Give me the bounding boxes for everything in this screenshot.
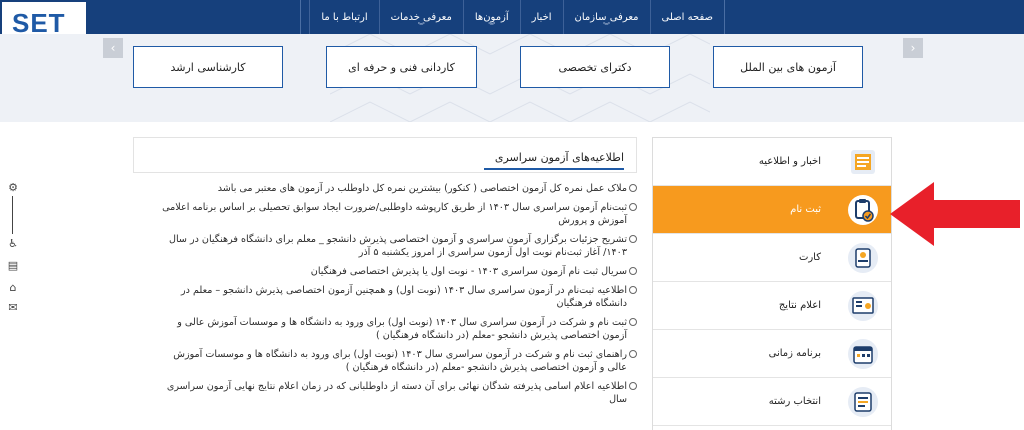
news-item[interactable]: سریال ثبت نام آزمون سراسری ۱۴۰۳ - نوبت ا…: [133, 265, 637, 278]
news-item[interactable]: راهنمای ثبت نام و شرکت در آزمون سراسری س…: [133, 348, 637, 374]
bullet-icon: [629, 350, 637, 358]
news-panel-header: اطلاعیه‌های آزمون سراسری: [133, 137, 637, 173]
sidebar-item-label: انتخاب رشته: [768, 396, 821, 407]
category-masters[interactable]: کارشناسی ارشد: [133, 46, 283, 88]
nav-item-services[interactable]: معرفی خدمات ︾: [378, 0, 463, 34]
nav-item-home[interactable]: صفحه اصلی: [649, 0, 724, 34]
sidebar-item-label: برنامه زمانی: [768, 348, 821, 359]
news-item[interactable]: اطلاعیه ثبت‌نام در آزمون سراسری سال ۱۴۰۳…: [133, 284, 637, 310]
top-navbar: صفحه اصلی معرفی سازمان ︾ اخبار آزمون‌ها ︾ …: [0, 0, 1024, 34]
calendar-icon: [848, 339, 878, 369]
nav-item-contact[interactable]: ارتباط با ما: [309, 0, 378, 34]
news-item-text: تشریح جزئیات برگزاری آزمون سراسری و آزمو…: [169, 234, 627, 258]
newspaper-icon: [851, 150, 875, 174]
page: صفحه اصلی معرفی سازمان ︾ اخبار آزمون‌ها ︾ …: [0, 0, 1024, 430]
accessibility-icon[interactable]: ♿: [6, 236, 20, 250]
gear-icon[interactable]: ⚙: [6, 180, 20, 194]
bullet-icon: [629, 235, 637, 243]
clipboard-check-icon: [848, 195, 878, 225]
carousel-next-button[interactable]: ›: [903, 38, 923, 58]
nav-item-label: اخبار: [531, 11, 552, 23]
news-item-text: ملاک عمل نمره کل آزمون اختصاصی ( کنکور) …: [217, 183, 627, 194]
news-item[interactable]: ملاک عمل نمره کل آزمون اختصاصی ( کنکور) …: [133, 182, 637, 195]
chat-icon[interactable]: ✉: [6, 300, 20, 314]
nav-item-about[interactable]: معرفی سازمان ︾: [562, 0, 650, 34]
chevron-down-icon: ︾: [417, 22, 425, 30]
chevron-down-icon: ︾: [488, 22, 496, 30]
news-item-text: اطلاعیه ثبت‌نام در آزمون سراسری سال ۱۴۰۳…: [181, 285, 627, 309]
title-underline: [484, 168, 624, 170]
category-phd[interactable]: دکترای تخصصی: [520, 46, 670, 88]
red-pointer-arrow-icon: [890, 182, 1020, 246]
bullet-icon: [629, 286, 637, 294]
sidebar-item-card[interactable]: کارت: [653, 234, 891, 282]
main-menu: صفحه اصلی معرفی سازمان ︾ اخبار آزمون‌ها ︾ …: [300, 0, 725, 34]
news-item[interactable]: اطلاعیه اعلام اسامی پذیرفته شدگان نهائی …: [133, 380, 637, 406]
id-card-icon: [848, 243, 878, 273]
sidebar-item-label: کارت: [798, 252, 821, 263]
bullet-icon: [629, 203, 637, 211]
divider: [12, 196, 13, 234]
building-icon[interactable]: ⌂: [6, 280, 20, 294]
category-technical-associate[interactable]: کاردانی فنی و حرفه ای: [326, 46, 477, 88]
sidebar-item-news[interactable]: اخبار و اطلاعیه: [653, 138, 891, 186]
nav-item-label: ارتباط با ما: [321, 11, 368, 23]
chevron-left-icon: ‹: [110, 41, 116, 55]
nav-item-exams[interactable]: آزمون‌ها ︾: [462, 0, 520, 34]
nav-item-label: صفحه اصلی: [661, 11, 713, 23]
news-item-text: راهنمای ثبت نام و شرکت در آزمون سراسری س…: [173, 349, 627, 373]
sidebar-item-schedule[interactable]: برنامه زمانی: [653, 330, 891, 378]
sidebar-item-label: اعلام نتایج: [778, 300, 821, 311]
bullet-icon: [629, 382, 637, 390]
results-board-icon: [848, 291, 878, 321]
sidebar-item-label: اخبار و اطلاعیه: [758, 156, 821, 167]
news-item[interactable]: ثبت نام و شرکت در آزمون سراسری سال ۱۴۰۳ …: [133, 316, 637, 342]
bullet-icon: [629, 267, 637, 275]
category-international[interactable]: آزمون های بین الملل: [713, 46, 863, 88]
bullet-icon: [629, 184, 637, 192]
news-panel: اطلاعیه‌های آزمون سراسری ملاک عمل نمره ک…: [133, 137, 637, 430]
sidebar-item-results[interactable]: اعلام نتایج: [653, 282, 891, 330]
news-item-text: اطلاعیه اعلام اسامی پذیرفته شدگان نهائی …: [166, 381, 627, 405]
carousel-prev-button[interactable]: ‹: [103, 38, 123, 58]
news-item-text: ثبت‌نام آزمون سراسری سال ۱۴۰۳ از طریق کا…: [162, 202, 627, 226]
sidebar-item-label: ثبت نام: [790, 204, 821, 215]
news-item[interactable]: ثبت‌نام آزمون سراسری سال ۱۴۰۳ از طریق کا…: [133, 201, 637, 227]
quick-links-sidebar: اخبار و اطلاعیه ثبت نام کارت اعلام نتایج…: [652, 137, 892, 430]
category-label: دکترای تخصصی: [558, 60, 632, 74]
news-list: ملاک عمل نمره کل آزمون اختصاصی ( کنکور) …: [133, 182, 637, 430]
category-label: کارشناسی ارشد: [170, 60, 246, 74]
news-panel-title: اطلاعیه‌های آزمون سراسری: [494, 151, 624, 164]
chevron-right-icon: ›: [910, 41, 916, 55]
floating-toolstrip: ⚙ ♿ ▤ ⌂ ✉: [4, 178, 22, 318]
bullet-icon: [629, 318, 637, 326]
category-label: کاردانی فنی و حرفه ای: [348, 60, 455, 74]
news-item[interactable]: تشریح جزئیات برگزاری آزمون سراسری و آزمو…: [133, 233, 637, 259]
category-label: آزمون های بین الملل: [740, 60, 836, 74]
sidebar-item-registration[interactable]: ثبت نام: [653, 186, 891, 234]
nav-item-news[interactable]: اخبار: [519, 0, 563, 34]
sidebar-item-field-selection[interactable]: انتخاب رشته: [653, 378, 891, 426]
news-item-text: سریال ثبت نام آزمون سراسری ۱۴۰۳ - نوبت ا…: [310, 266, 627, 277]
choose-field-icon: [848, 387, 878, 417]
news-item-text: ثبت نام و شرکت در آزمون سراسری سال ۱۴۰۳ …: [177, 317, 627, 341]
document-icon[interactable]: ▤: [6, 258, 20, 272]
chevron-down-icon: ︾: [603, 22, 611, 30]
